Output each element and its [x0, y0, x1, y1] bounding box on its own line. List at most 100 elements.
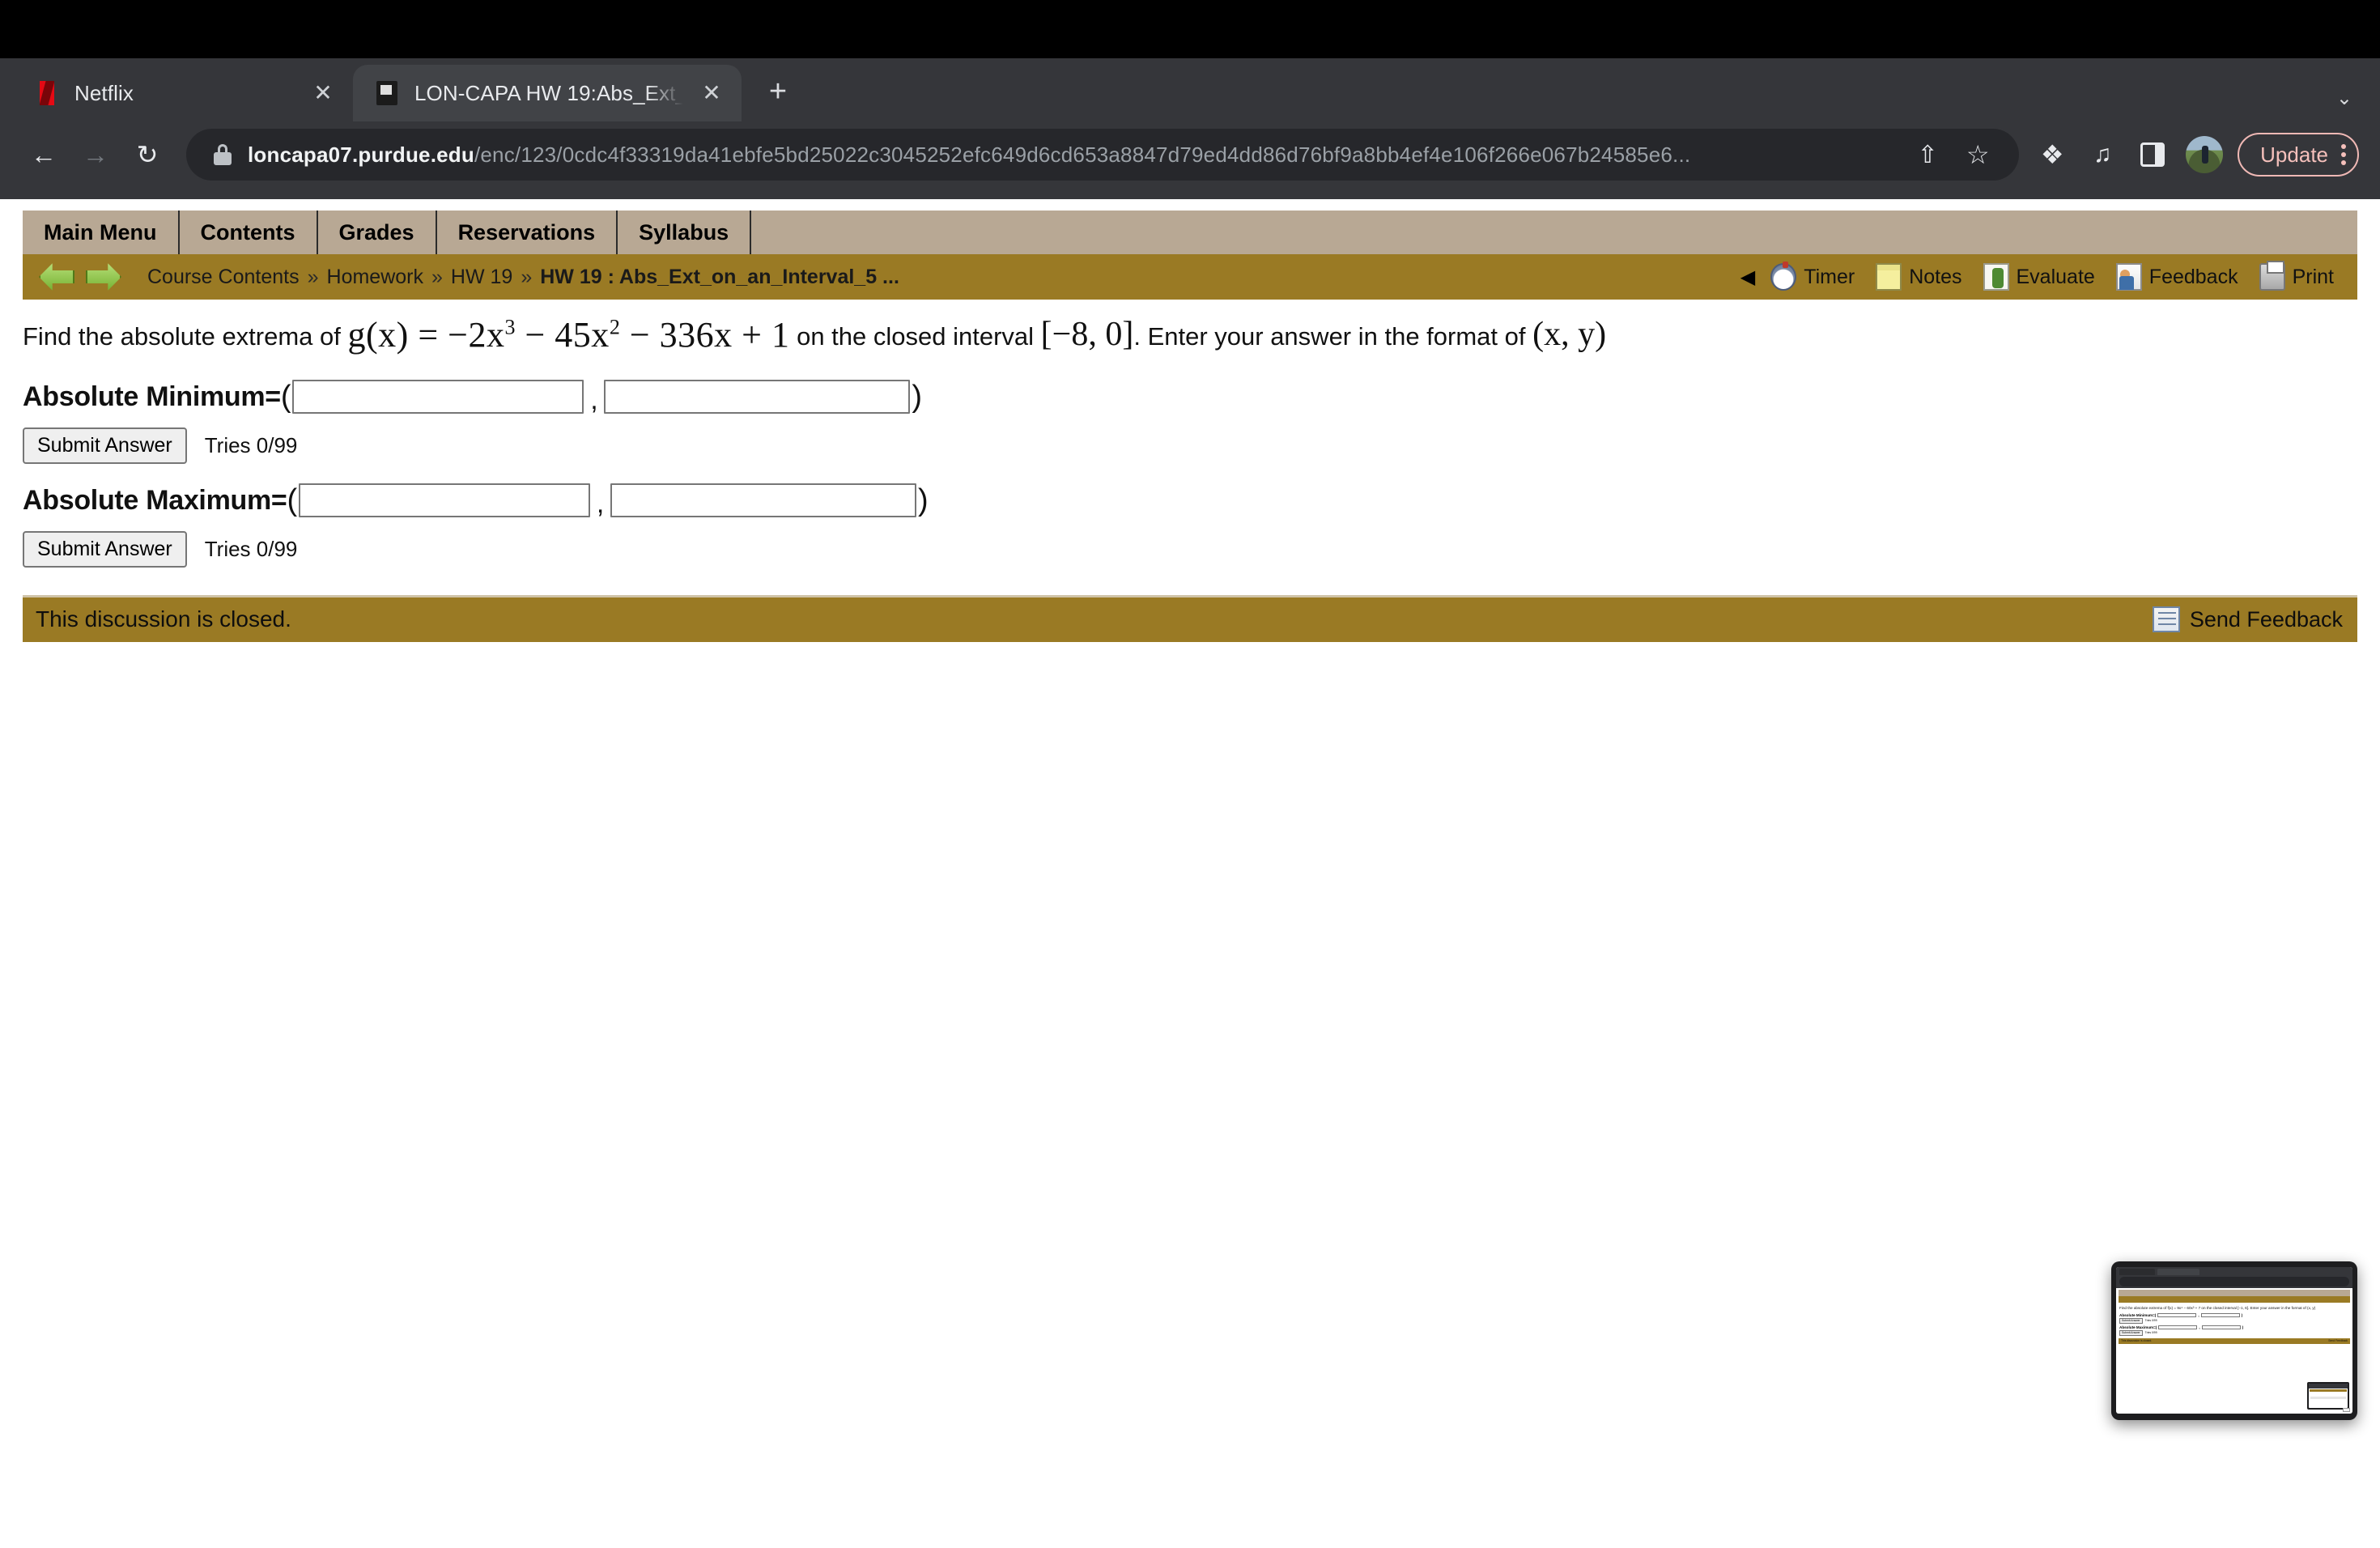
menu-item-contents[interactable]: Contents [180, 211, 318, 254]
breadcrumb-bar: Course Contents » Homework » HW 19 » HW … [23, 254, 2357, 300]
tool-evaluate[interactable]: Evaluate [1973, 263, 2106, 291]
interval-expression: [−8, 0] [1040, 316, 1134, 353]
pip-close-paren: ) [2242, 1325, 2244, 1329]
address-bar[interactable]: loncapa07.purdue.edu/enc/123/0cdc4f33319… [186, 129, 2020, 181]
submit-row-minimum: Submit Answer Tries 0/99 [23, 427, 2357, 464]
pip-submit-maximum: Submit Answer [2119, 1329, 2143, 1336]
breadcrumb: Course Contents » Homework » HW 19 » HW … [147, 266, 899, 289]
tool-timer[interactable]: Timer [1760, 262, 1865, 291]
evaluate-icon [1983, 263, 2009, 291]
maximum-y-input[interactable] [610, 483, 916, 518]
tool-feedback[interactable]: Feedback [2106, 263, 2249, 291]
close-icon[interactable]: ✕ [698, 79, 725, 107]
comma-separator: , [596, 487, 604, 519]
term-2: − 45x [525, 315, 610, 355]
bookmarks-bar-sliver [0, 188, 2380, 199]
breadcrumb-tools: ◀ Timer Notes Evaluate Feedback Print [1740, 261, 2344, 291]
browser-tab-loncapa[interactable]: LON-CAPA HW 19:Abs_Ext_on ✕ [353, 65, 742, 121]
tool-print[interactable]: Print [2249, 261, 2344, 291]
forward-button[interactable]: → [70, 129, 121, 181]
page-top-gap [0, 199, 2380, 211]
menu-item-reservations[interactable]: Reservations [437, 211, 618, 254]
pip-comma: , [2198, 1312, 2199, 1317]
picture-in-picture-window[interactable]: Find the absolute extrema of f(x) = 9x⁴ … [2111, 1261, 2357, 1420]
feedback-icon [2115, 263, 2142, 291]
tool-label: Timer [1804, 265, 1855, 288]
tab-title: Netflix [74, 80, 134, 105]
profile-avatar[interactable] [2186, 136, 2224, 173]
tool-label: Print [2292, 265, 2334, 288]
comma-separator: , [590, 384, 598, 415]
menu-item-syllabus[interactable]: Syllabus [618, 211, 752, 254]
back-arrow-icon[interactable] [39, 261, 74, 293]
term-3: − 336x + 1 [629, 315, 790, 355]
os-top-bar [0, 0, 2380, 58]
share-icon[interactable]: ⇧ [1902, 130, 1953, 180]
menu-item-grades[interactable]: Grades [318, 211, 437, 254]
pip-max-y-input [2201, 1325, 2241, 1329]
pip-nested-preview [2307, 1382, 2349, 1410]
pip-screen: Find the absolute extrema of f(x) = 9x⁴ … [2116, 1267, 2352, 1414]
equals-sign: = [418, 315, 439, 355]
menu-filler [751, 211, 2357, 254]
back-button[interactable]: ← [18, 129, 70, 181]
send-feedback-icon [2152, 606, 2180, 633]
tool-label: Evaluate [2016, 265, 2095, 288]
loncapa-icon [374, 80, 400, 106]
breadcrumb-item-hw19[interactable]: HW 19 [451, 266, 512, 289]
lock-icon [214, 144, 232, 165]
pip-tries-maximum: Tries 0/99 [2144, 1331, 2157, 1335]
breadcrumb-item-homework[interactable]: Homework [327, 266, 423, 289]
answer-format: (x, y) [1532, 316, 1607, 353]
minimum-y-input[interactable] [604, 380, 911, 415]
breadcrumb-separator: » [521, 265, 533, 288]
bookmark-star-icon[interactable]: ☆ [1953, 130, 2003, 180]
forward-arrow-icon[interactable] [86, 261, 121, 293]
pip-max-x-input [2158, 1325, 2198, 1329]
browser-tab-netflix[interactable]: Netflix ✕ [13, 65, 353, 121]
menu-item-main-menu[interactable]: Main Menu [23, 211, 180, 254]
submit-answer-button-maximum[interactable]: Submit Answer [23, 530, 187, 568]
submit-row-maximum: Submit Answer Tries 0/99 [23, 530, 2357, 568]
pip-tries-minimum: Tries 0/99 [2144, 1319, 2157, 1323]
update-button[interactable]: Update [2238, 133, 2359, 176]
loncapa-menu-bar: Main Menu Contents Grades Reservations S… [23, 211, 2357, 254]
breadcrumb-separator: » [431, 265, 443, 288]
pip-discussion-status: This discussion is closed. [2121, 1339, 2153, 1343]
extensions-puzzle-icon[interactable]: ❖ [2027, 130, 2077, 180]
pip-min-label: Absolute Minimum=( [2119, 1312, 2157, 1317]
send-feedback-button[interactable]: Send Feedback [2152, 606, 2343, 633]
tries-counter-maximum: Tries 0/99 [204, 536, 298, 561]
new-tab-button[interactable]: + [753, 66, 803, 117]
pip-question-text: Find the absolute extrema of f(x) = 9x⁴ … [2119, 1306, 2316, 1310]
url-host: loncapa07.purdue.edu [248, 142, 474, 167]
pip-control-button[interactable] [2343, 1408, 2350, 1412]
exponent-2: 2 [609, 315, 621, 339]
tool-notes[interactable]: Notes [1865, 263, 1972, 291]
chevron-down-icon[interactable]: ⌄ [2336, 87, 2352, 110]
send-feedback-label: Send Feedback [2189, 606, 2343, 632]
browser-toolbar: ← → ↻ loncapa07.purdue.edu/enc/123/0cdc4… [0, 121, 2380, 188]
collapse-left-arrow-icon[interactable]: ◀ [1740, 266, 1760, 289]
browser-chrome: Netflix ✕ LON-CAPA HW 19:Abs_Ext_on ✕ + … [0, 58, 2380, 199]
side-panel-icon[interactable] [2127, 130, 2178, 180]
breadcrumb-current: HW 19 : Abs_Ext_on_an_Interval_5 ... [540, 265, 899, 288]
maximum-x-input[interactable] [298, 483, 590, 518]
close-icon[interactable]: ✕ [309, 79, 337, 107]
pip-nested-content [2310, 1397, 2346, 1399]
browser-menu-kebab-icon[interactable] [2341, 144, 2346, 165]
media-playlist-icon[interactable]: ♫ [2077, 130, 2127, 180]
minimum-x-input[interactable] [292, 380, 584, 415]
update-button-label: Update [2260, 142, 2328, 167]
page-content: Main Menu Contents Grades Reservations S… [0, 199, 2380, 642]
answer-row-minimum: Absolute Minimum= ( , ) [23, 378, 2357, 416]
reload-button[interactable]: ↻ [121, 129, 173, 181]
breadcrumb-item-course-contents[interactable]: Course Contents [147, 266, 300, 289]
answer-row-maximum: Absolute Maximum= ( , ) [23, 482, 2357, 520]
function-expression: g(x) = −2x3 − 45x2 − 336x + 1 [348, 315, 790, 355]
pip-nested-screen [2309, 1384, 2348, 1408]
pip-close-paren: ) [2241, 1312, 2243, 1317]
pip-tab-1 [2119, 1269, 2155, 1275]
pip-breadcrumb-bar [2119, 1296, 2350, 1303]
submit-answer-button-minimum[interactable]: Submit Answer [23, 427, 187, 464]
